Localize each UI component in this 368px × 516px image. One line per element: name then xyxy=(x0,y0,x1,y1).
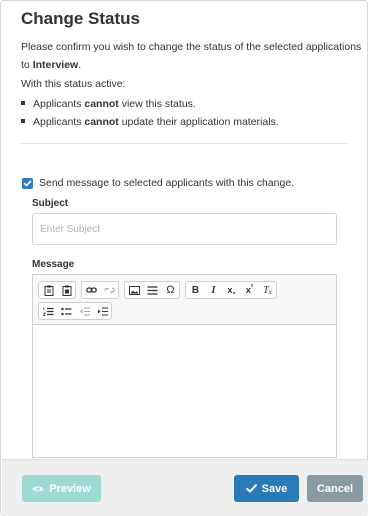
send-message-label[interactable]: Send message to selected applicants with… xyxy=(39,177,294,189)
toolbar-group-clipboard xyxy=(38,281,76,299)
superscript-mark: ² xyxy=(250,283,254,291)
cancel-button-label: Cancel xyxy=(316,482,354,495)
message-body-input[interactable] xyxy=(33,326,336,457)
bold-icon[interactable]: B xyxy=(187,282,204,298)
subscript-icon[interactable]: x₂ xyxy=(223,282,240,298)
outdent-icon[interactable] xyxy=(76,303,93,319)
paste-text-icon[interactable] xyxy=(40,282,57,298)
toolbar-group-basicstyles: B I x₂ x² Tx xyxy=(185,281,277,299)
bullet-text: Applicants xyxy=(33,98,85,110)
eye-icon xyxy=(32,485,44,493)
italic-icon[interactable]: I xyxy=(205,282,222,298)
toolbar-group-paragraph xyxy=(38,302,112,320)
image-icon[interactable] xyxy=(126,282,143,298)
save-button[interactable]: Save xyxy=(234,475,299,502)
confirm-prefix: to xyxy=(21,59,33,71)
unlink-icon[interactable] xyxy=(101,282,118,298)
toolbar-group-links xyxy=(81,281,119,299)
dialog-footer: Preview Save Cancel xyxy=(2,459,368,516)
change-status-dialog: Change Status Please confirm you wish to… xyxy=(0,0,368,516)
dialog-title: Change Status xyxy=(21,9,141,28)
bullet-item: Applicants cannot update their applicati… xyxy=(21,116,279,128)
send-message-checkbox[interactable] xyxy=(22,178,33,189)
preview-button-label: Preview xyxy=(49,482,91,495)
special-char-icon[interactable]: Ω xyxy=(162,282,179,298)
toolbar-group-insert: Ω xyxy=(124,281,180,299)
preview-button[interactable]: Preview xyxy=(22,475,101,502)
bullet-text: Applicants xyxy=(33,116,85,128)
bullet-emphasis: cannot xyxy=(84,98,119,110)
bullet-text: update their application materials. xyxy=(118,116,279,128)
confirm-text-line-2: to Interview. xyxy=(21,59,81,71)
paste-word-icon[interactable] xyxy=(58,282,75,298)
status-active-heading: With this status active: xyxy=(21,78,126,90)
confirm-text-line-1: Please confirm you wish to change the st… xyxy=(21,41,362,53)
bullet-emphasis: cannot xyxy=(84,116,119,128)
bulleted-list-icon[interactable] xyxy=(58,303,75,319)
message-editor: Ω B I x₂ x² Tx xyxy=(32,274,337,458)
bullet-item: Applicants cannot view this status. xyxy=(21,98,196,110)
superscript-icon[interactable]: x² xyxy=(241,282,258,298)
subject-input[interactable] xyxy=(32,213,337,245)
cancel-button[interactable]: Cancel xyxy=(307,475,363,502)
save-button-label: Save xyxy=(261,482,288,495)
bullet-dot-icon xyxy=(21,101,25,106)
link-icon[interactable] xyxy=(83,282,100,298)
indent-icon[interactable] xyxy=(94,303,111,319)
message-label: Message xyxy=(32,259,75,270)
checkmark-icon xyxy=(23,180,32,187)
section-divider xyxy=(21,143,347,144)
horizontal-line-icon[interactable] xyxy=(144,282,161,298)
numbered-list-icon[interactable] xyxy=(40,303,57,319)
subject-label: Subject xyxy=(32,198,69,209)
editor-toolbar: Ω B I x₂ x² Tx xyxy=(33,275,336,325)
bullet-text: view this status. xyxy=(118,98,196,110)
remove-format-icon[interactable]: Tx xyxy=(259,282,276,298)
target-status-name: Interview xyxy=(32,59,79,71)
check-icon xyxy=(245,484,257,493)
bullet-dot-icon xyxy=(21,119,25,124)
subscript-mark: ₂ xyxy=(232,288,236,296)
confirm-suffix: . xyxy=(78,59,82,71)
remove-format-mark: x xyxy=(268,288,272,296)
